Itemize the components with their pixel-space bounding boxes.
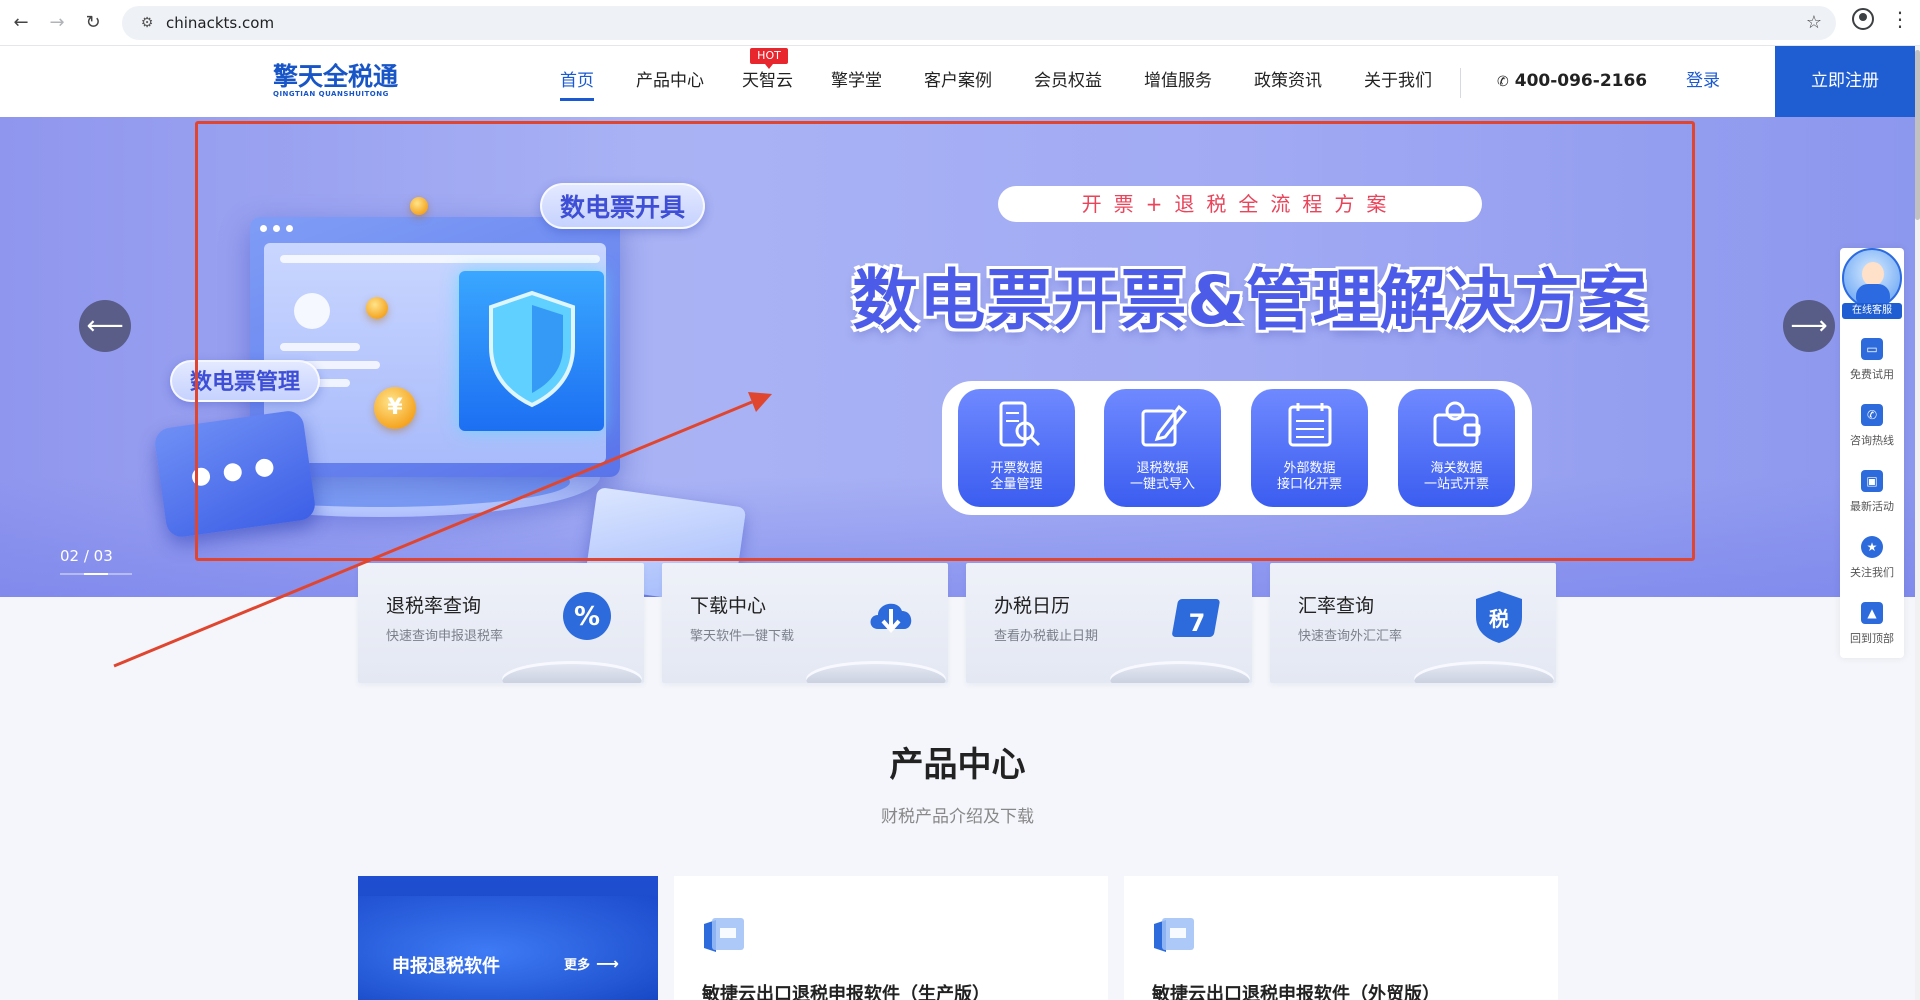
sidebar-free-trial[interactable]: ▭ 免费试用 bbox=[1840, 334, 1904, 394]
quick-link-title: 退税率查询 bbox=[386, 595, 482, 617]
quick-link-refund-rate[interactable]: 退税率查询 快速查询申报退税率 % bbox=[358, 563, 644, 683]
online-service-label: 在线客服 bbox=[1842, 303, 1902, 319]
nav-tianzhiyun[interactable]: 天智云 HOT bbox=[742, 46, 793, 117]
quick-link-desc: 查看办税截止日期 bbox=[994, 629, 1099, 644]
tax-shield-icon: 税 bbox=[1476, 591, 1522, 643]
product-card[interactable]: 敏捷云出口退税申报软件（外贸版） bbox=[1124, 876, 1558, 1000]
site-logo[interactable]: 擎天全税通 QINGTIAN QUANSHUITONG bbox=[273, 62, 401, 99]
more-link[interactable]: 更多 ⟶ bbox=[564, 954, 619, 973]
software-box-icon bbox=[1154, 918, 1194, 952]
quick-link-desc: 快速查询外汇汇率 bbox=[1298, 629, 1403, 644]
logo-text: 擎天全税通 bbox=[273, 62, 399, 91]
register-button[interactable]: 立即注册 bbox=[1775, 46, 1915, 117]
sidebar-events[interactable]: ▣ 最新活动 bbox=[1840, 466, 1904, 526]
arrow-up-icon: ▲ bbox=[1861, 602, 1883, 624]
address-bar[interactable]: ⚙ chinackts.com ☆ bbox=[122, 6, 1836, 40]
section-subtitle: 财税产品介绍及下载 bbox=[881, 807, 1034, 827]
floating-sidebar: 在线客服 ▭ 免费试用 ✆ 咨询热线 ▣ 最新活动 ★ 关注我们 ▲ 回到顶部 bbox=[1840, 248, 1904, 658]
percent-icon: % bbox=[563, 592, 611, 640]
annotation-highlight-box bbox=[195, 121, 1695, 561]
carousel-next-button[interactable]: ⟶ bbox=[1783, 300, 1835, 352]
logo-subtext: QINGTIAN QUANSHUITONG bbox=[273, 90, 389, 98]
download-cloud-icon bbox=[870, 603, 912, 634]
product-title: 敏捷云出口退税申报软件（外贸版） bbox=[1152, 984, 1440, 1000]
arrow-right-icon: ⟶ bbox=[596, 954, 619, 973]
quick-link-exchange-rate[interactable]: 汇率查询 快速查询外汇汇率 税 bbox=[1270, 563, 1556, 683]
svg-text:税: 税 bbox=[1489, 607, 1509, 631]
nav-products[interactable]: 产品中心 bbox=[636, 46, 704, 117]
customer-service-avatar bbox=[1842, 248, 1902, 308]
calendar-icon: 7 bbox=[1172, 599, 1220, 637]
forward-button[interactable]: → bbox=[42, 8, 72, 38]
quick-link-title: 办税日历 bbox=[994, 595, 1071, 617]
svg-text:7: 7 bbox=[1189, 609, 1206, 637]
quick-link-title: 汇率查询 bbox=[1298, 595, 1375, 617]
phone-icon: ✆ bbox=[1861, 404, 1883, 426]
carousel-pager: 02 / 03 bbox=[60, 547, 113, 565]
gift-icon: ▣ bbox=[1861, 470, 1883, 492]
back-button[interactable]: ← bbox=[6, 8, 36, 38]
product-category-card[interactable]: 申报退税软件 更多 ⟶ bbox=[358, 876, 658, 1000]
product-category-title: 申报退税软件 bbox=[392, 956, 500, 977]
laptop-icon: ▭ bbox=[1861, 338, 1883, 360]
product-card[interactable]: 敏捷云出口退税申报软件（生产版） bbox=[674, 876, 1108, 1000]
phone-icon: ✆ bbox=[1497, 74, 1509, 90]
carousel-progress[interactable] bbox=[60, 573, 132, 575]
sidebar-back-to-top[interactable]: ▲ 回到顶部 bbox=[1840, 598, 1904, 658]
bookmark-star-icon[interactable]: ☆ bbox=[1806, 12, 1822, 33]
quick-link-title: 下载中心 bbox=[690, 595, 767, 617]
svg-text:%: % bbox=[574, 602, 600, 632]
pedestal-shape bbox=[502, 661, 642, 683]
nav-about[interactable]: 关于我们 bbox=[1364, 46, 1432, 117]
nav-membership[interactable]: 会员权益 bbox=[1034, 46, 1102, 117]
profile-icon[interactable] bbox=[1852, 8, 1874, 30]
nav-home[interactable]: 首页 bbox=[560, 46, 594, 117]
browser-menu-icon[interactable]: ⋮ bbox=[1890, 9, 1910, 29]
nav-academy[interactable]: 擎学堂 bbox=[831, 46, 882, 117]
pedestal-shape bbox=[1110, 661, 1250, 683]
section-title: 产品中心 bbox=[889, 745, 1026, 785]
hot-badge: HOT bbox=[750, 48, 788, 69]
carousel-prev-button[interactable]: ⟵ bbox=[79, 300, 131, 352]
quick-link-desc: 擎天软件一键下载 bbox=[690, 629, 795, 644]
nav-cases[interactable]: 客户案例 bbox=[924, 46, 992, 117]
quick-link-tax-calendar[interactable]: 办税日历 查看办税截止日期 7 bbox=[966, 563, 1252, 683]
login-link[interactable]: 登录 bbox=[1686, 46, 1720, 117]
nav-policy[interactable]: 政策资讯 bbox=[1254, 46, 1322, 117]
sidebar-hotline[interactable]: ✆ 咨询热线 bbox=[1840, 400, 1904, 460]
pedestal-shape bbox=[806, 661, 946, 683]
hotline-phone[interactable]: ✆ 400-096-2166 bbox=[1497, 46, 1647, 117]
site-info-icon[interactable]: ⚙ bbox=[132, 15, 162, 31]
sidebar-follow[interactable]: ★ 关注我们 bbox=[1840, 532, 1904, 592]
pedestal-shape bbox=[1414, 661, 1554, 683]
quick-link-download[interactable]: 下载中心 擎天软件一键下载 bbox=[662, 563, 948, 683]
page-scrollbar[interactable] bbox=[1915, 46, 1920, 1000]
main-nav: 首页 产品中心 天智云 HOT 擎学堂 客户案例 会员权益 增值服务 政策资讯 … bbox=[560, 46, 1432, 117]
nav-services[interactable]: 增值服务 bbox=[1144, 46, 1212, 117]
nav-divider bbox=[1460, 68, 1461, 98]
reload-button[interactable]: ↻ bbox=[78, 8, 108, 38]
scrollbar-thumb[interactable] bbox=[1915, 50, 1920, 220]
software-box-icon bbox=[704, 918, 744, 952]
product-title: 敏捷云出口退税申报软件（生产版） bbox=[702, 984, 990, 1000]
quick-link-desc: 快速查询申报退税率 bbox=[386, 629, 504, 644]
online-service[interactable]: 在线客服 bbox=[1842, 248, 1902, 320]
star-icon: ★ bbox=[1861, 536, 1883, 558]
browser-toolbar: ← → ↻ ⚙ chinackts.com ☆ ⋮ bbox=[0, 0, 1920, 46]
site-header: 擎天全税通 QINGTIAN QUANSHUITONG 首页 产品中心 天智云 … bbox=[0, 46, 1920, 117]
address-url[interactable]: chinackts.com bbox=[166, 14, 274, 32]
